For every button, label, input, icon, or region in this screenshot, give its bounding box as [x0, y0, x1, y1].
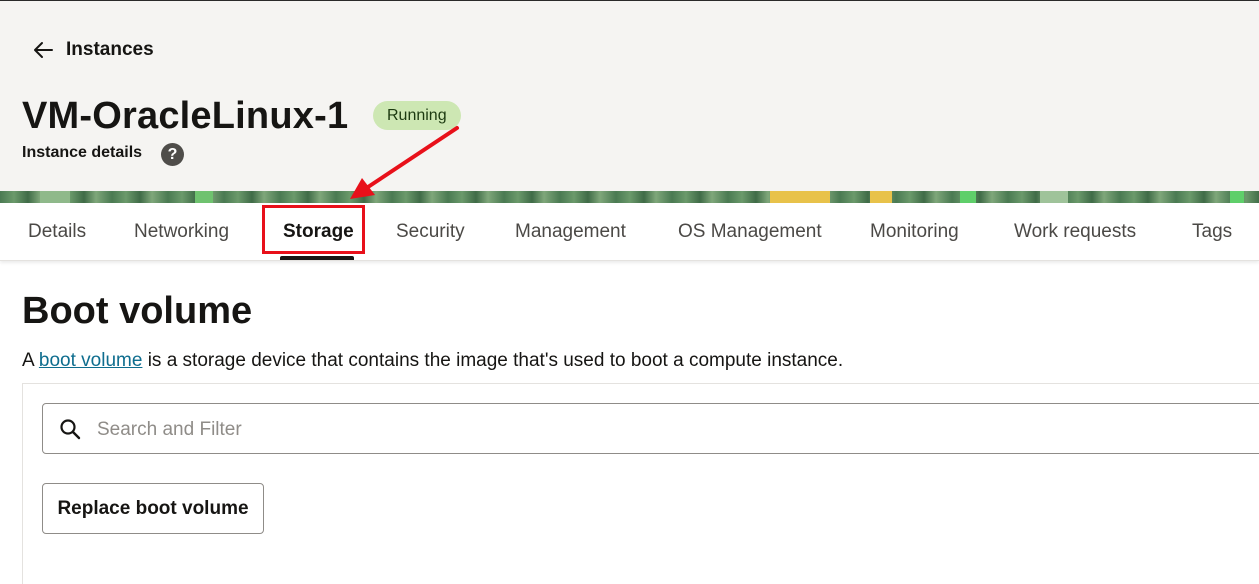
- tab-bar: Details Networking Storage Security Mana…: [0, 203, 1259, 261]
- arrow-left-icon: [34, 42, 53, 58]
- page-header: Instances VM-OracleLinux-1 Running Insta…: [0, 1, 1259, 191]
- back-to-instances-link[interactable]: Instances: [32, 39, 154, 61]
- page-subtitle: Instance details: [22, 144, 143, 161]
- description-prefix: A: [22, 350, 39, 371]
- tab-monitoring[interactable]: Monitoring: [870, 221, 959, 243]
- section-description: A boot volume is a storage device that c…: [22, 350, 843, 372]
- search-input[interactable]: [95, 404, 1199, 455]
- tab-details[interactable]: Details: [28, 221, 86, 243]
- tab-networking[interactable]: Networking: [134, 221, 229, 243]
- tab-os-management[interactable]: OS Management: [678, 221, 822, 243]
- replace-boot-volume-button[interactable]: Replace boot volume: [42, 483, 264, 534]
- search-box[interactable]: [42, 403, 1259, 455]
- active-tab-indicator: [280, 256, 354, 260]
- status-badge: Running: [373, 101, 461, 130]
- tab-security[interactable]: Security: [396, 221, 465, 243]
- search-icon: [60, 419, 81, 440]
- tab-work-requests[interactable]: Work requests: [1014, 221, 1136, 243]
- tab-management[interactable]: Management: [515, 221, 626, 243]
- page-title: VM-OracleLinux-1: [22, 95, 349, 137]
- boot-volume-link[interactable]: boot volume: [39, 350, 143, 371]
- description-suffix: is a storage device that contains the im…: [142, 350, 844, 371]
- decorative-banner: [0, 191, 1259, 203]
- annotation-highlight-box: [262, 205, 365, 254]
- tab-tags[interactable]: Tags: [1192, 221, 1232, 243]
- back-link-label[interactable]: Instances: [66, 39, 154, 61]
- section-title: Boot volume: [22, 290, 253, 332]
- help-icon[interactable]: ?: [161, 143, 184, 166]
